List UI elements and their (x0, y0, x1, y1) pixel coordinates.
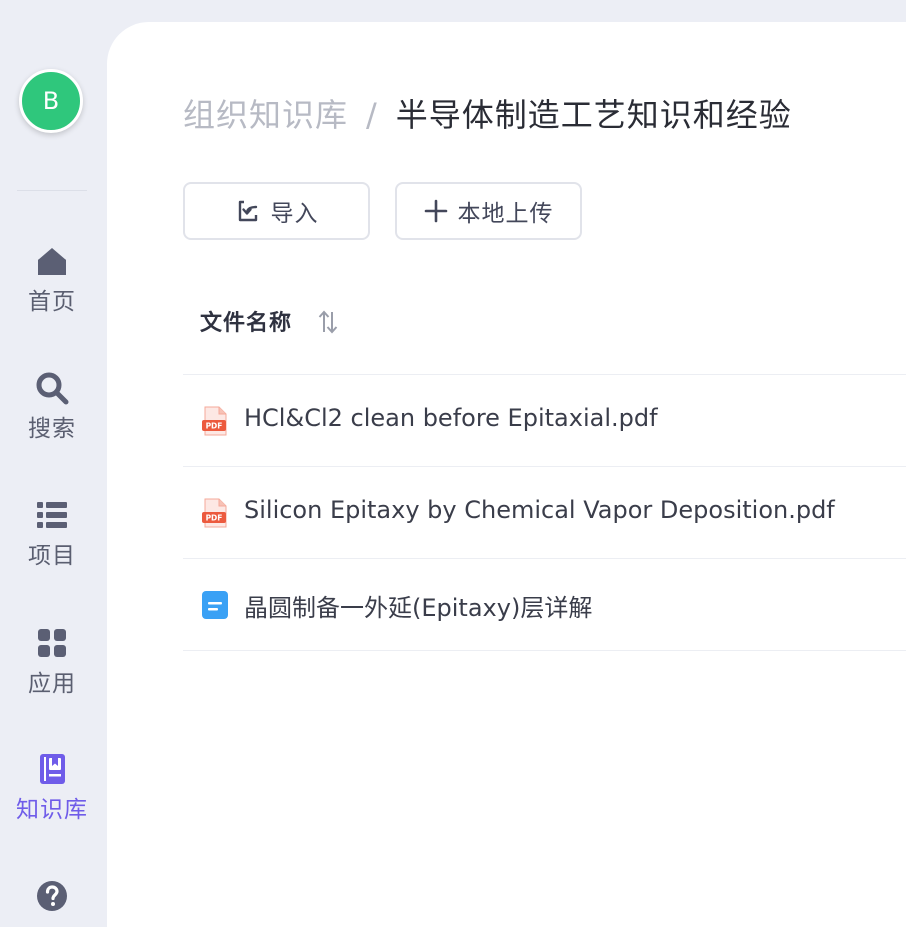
local-upload-button[interactable]: 本地上传 (395, 182, 582, 240)
sort-icon[interactable] (316, 309, 340, 335)
table-header: 文件名称 (183, 287, 906, 375)
pdf-file-icon: PDF (202, 498, 227, 528)
doc-file-icon (202, 591, 228, 619)
sidebar: B 首页 搜索 项目 应用 知识库 (0, 0, 104, 927)
import-button-label: 导入 (270, 201, 319, 227)
sidebar-item-help[interactable] (0, 879, 104, 913)
sidebar-item-projects[interactable]: 项目 (0, 498, 104, 570)
sidebar-item-label: 应用 (28, 671, 76, 697)
sidebar-divider (17, 190, 87, 191)
table-row[interactable]: PDF HCl&Cl2 clean before Epitaxial.pdf (183, 375, 906, 467)
svg-text:PDF: PDF (206, 514, 223, 523)
home-icon (38, 248, 66, 275)
grid-icon (38, 629, 66, 657)
breadcrumb-separator: / (366, 96, 378, 134)
file-name[interactable]: Silicon Epitaxy by Chemical Vapor Deposi… (244, 496, 835, 524)
breadcrumb: 组织知识库 / 半导体制造工艺知识和经验 (183, 90, 792, 136)
sidebar-item-search[interactable]: 搜索 (0, 371, 104, 443)
avatar[interactable]: B (19, 69, 83, 133)
book-icon (40, 754, 65, 784)
svg-text:PDF: PDF (206, 422, 223, 431)
sidebar-item-label: 知识库 (16, 797, 88, 823)
app-window: B 首页 搜索 项目 应用 知识库 组织知识库 / 半导体制造工艺知识和经验 导… (0, 0, 906, 927)
search-icon (36, 372, 69, 405)
file-name[interactable]: 晶圆制备一外延(Epitaxy)层详解 (244, 588, 592, 623)
sidebar-item-label: 首页 (28, 289, 76, 315)
page-title: 半导体制造工艺知识和经验 (395, 96, 792, 134)
pdf-file-icon: PDF (202, 406, 227, 436)
sidebar-item-knowledge-base[interactable]: 知识库 (0, 752, 104, 824)
local-upload-button-label: 本地上传 (457, 201, 554, 227)
main-panel: 组织知识库 / 半导体制造工艺知识和经验 导入 本地上传 文件名称 PDF HC… (107, 22, 906, 927)
plus-icon (424, 199, 447, 223)
table-row[interactable]: 晶圆制备一外延(Epitaxy)层详解 (183, 559, 906, 651)
sidebar-item-apps[interactable]: 应用 (0, 626, 104, 698)
file-name[interactable]: HCl&Cl2 clean before Epitaxial.pdf (244, 404, 658, 432)
import-button[interactable]: 导入 (183, 182, 370, 240)
help-icon (37, 881, 67, 911)
table-row[interactable]: PDF Silicon Epitaxy by Chemical Vapor De… (183, 467, 906, 559)
column-header-filename: 文件名称 (200, 311, 293, 336)
sidebar-item-label: 搜索 (28, 416, 76, 442)
list-icon (37, 502, 67, 528)
import-icon (238, 200, 257, 222)
breadcrumb-root-link[interactable]: 组织知识库 (183, 96, 348, 134)
sidebar-item-home[interactable]: 首页 (0, 244, 104, 316)
sidebar-item-label: 项目 (28, 543, 76, 569)
